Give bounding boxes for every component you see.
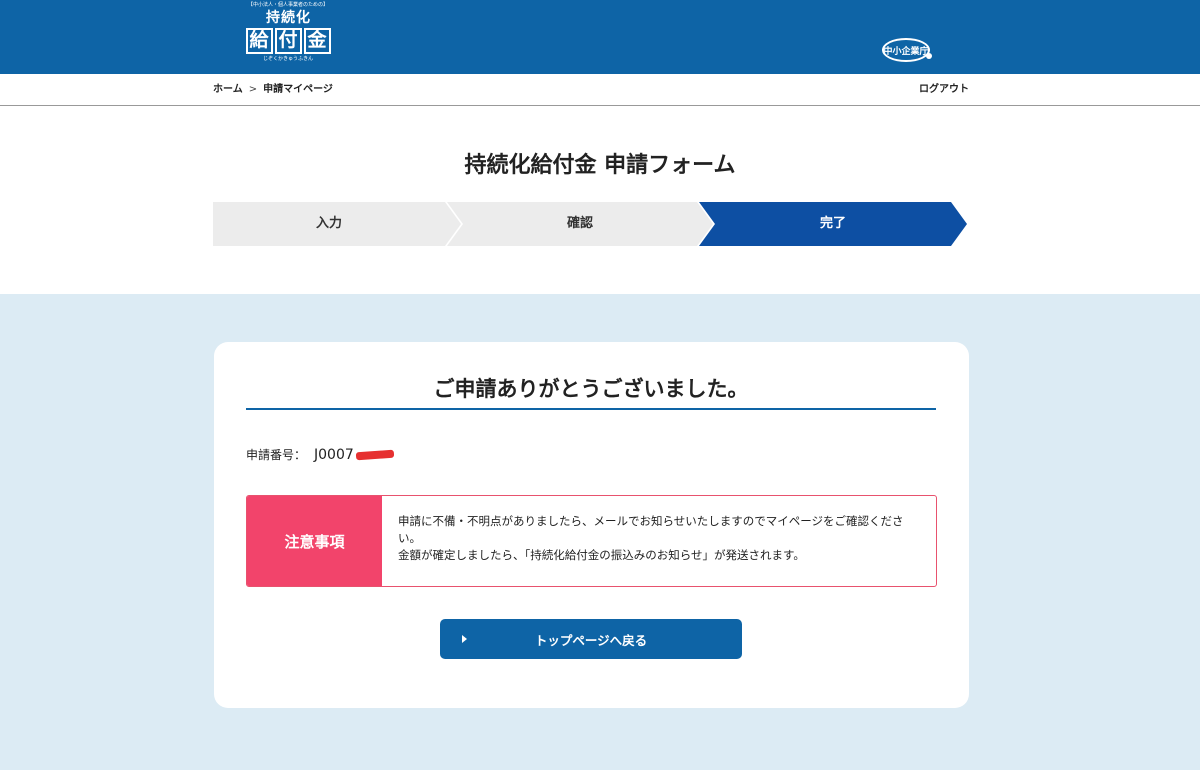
step-complete: 完了 bbox=[819, 216, 846, 231]
agency-logo-text: 中小企業庁 bbox=[882, 38, 930, 62]
notice-body: 申請に不備・不明点がありましたら、メールでお知らせいたしますのでマイページをご確… bbox=[382, 496, 936, 586]
site-logo[interactable]: 【中小法人・個人事業者のための】 持 続 化 給 付 金 じぞくかきゅうふきん bbox=[242, 2, 334, 68]
completion-card: ご申請ありがとうございました。 申請番号： J0007 注意事項 申請に不備・不… bbox=[214, 342, 969, 708]
logo-char: 持 bbox=[266, 10, 280, 26]
breadcrumb-separator: > bbox=[248, 84, 258, 95]
application-number-label: 申請番号： bbox=[246, 448, 307, 462]
logout-link[interactable]: ログアウト bbox=[919, 83, 969, 97]
thanks-heading: ご申請ありがとうございました。 bbox=[433, 377, 749, 401]
logo-line2: 給 付 金 bbox=[242, 28, 334, 54]
notice-title: 注意事項 bbox=[247, 496, 382, 586]
logo-char: 化 bbox=[296, 10, 310, 26]
logo-caption: 【中小法人・個人事業者のための】 bbox=[247, 2, 328, 8]
logo-char: 給 bbox=[245, 28, 273, 54]
back-to-top-button[interactable]: トップページへ戻る bbox=[440, 619, 742, 659]
logo-line1: 持 続 化 bbox=[242, 10, 334, 27]
progress-stepper: 入力 確認 完了 bbox=[213, 202, 968, 246]
notice-line-2: 金額が確定しましたら、「持続化給付金の振込みのお知らせ」が発送されます。 bbox=[398, 548, 805, 562]
breadcrumb: ホーム > 申請マイページ bbox=[213, 83, 333, 97]
application-number: 申請番号： J0007 bbox=[246, 446, 395, 464]
breadcrumb-current: 申請マイページ bbox=[263, 84, 333, 95]
breadcrumb-bar: ホーム > 申請マイページ ログアウト bbox=[0, 74, 1200, 106]
logo-reading: じぞくかきゅうふきん bbox=[262, 56, 313, 62]
application-number-text: J0007 bbox=[314, 447, 354, 463]
application-number-value: J0007 bbox=[314, 446, 395, 464]
logo-char: 金 bbox=[303, 28, 331, 54]
step-confirm: 確認 bbox=[566, 216, 593, 231]
logo-char: 続 bbox=[281, 10, 295, 26]
site-header: 【中小法人・個人事業者のための】 持 続 化 給 付 金 じぞくかきゅうふきん … bbox=[0, 0, 1200, 74]
redaction-mark bbox=[355, 449, 395, 461]
agency-logo-dot-icon bbox=[926, 53, 932, 59]
notice-box: 注意事項 申請に不備・不明点がありましたら、メールでお知らせいたしますのでマイペ… bbox=[246, 495, 937, 587]
agency-logo: 中小企業庁 bbox=[882, 36, 932, 64]
notice-line-1: 申請に不備・不明点がありましたら、メールでお知らせいたしますのでマイページをご確… bbox=[398, 514, 904, 545]
play-arrow-icon bbox=[462, 635, 467, 643]
heading-underline bbox=[246, 408, 936, 410]
step-input: 入力 bbox=[315, 216, 342, 231]
breadcrumb-home-link[interactable]: ホーム bbox=[213, 83, 243, 97]
back-to-top-label: トップページへ戻る bbox=[534, 632, 648, 648]
logo-char: 付 bbox=[274, 28, 302, 54]
page-title: 持続化給付金 申請フォーム bbox=[464, 153, 736, 178]
